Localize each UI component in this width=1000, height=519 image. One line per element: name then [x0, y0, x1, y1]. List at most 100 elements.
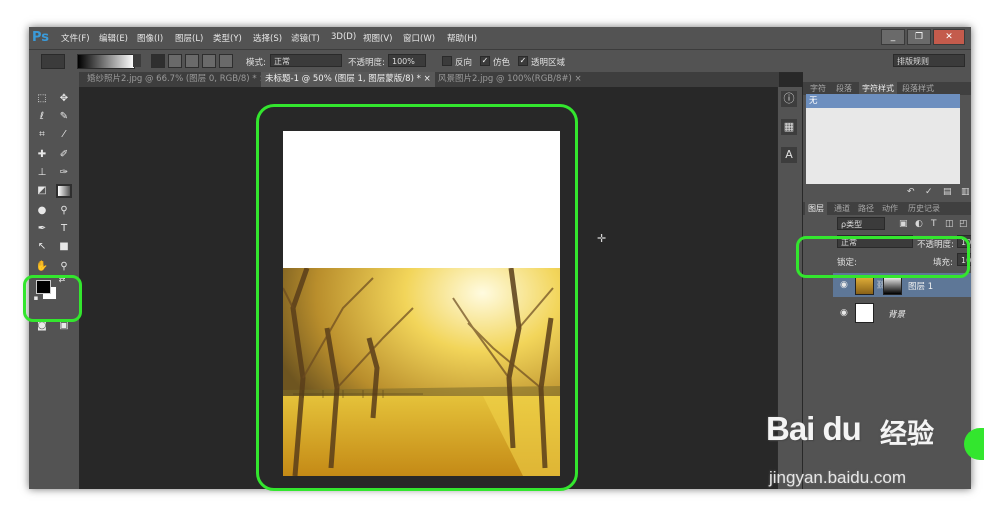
kind-label: ρ类型 — [841, 220, 863, 229]
layer-name: 背景 — [888, 310, 906, 320]
layer-kind-filter[interactable]: ρ类型 — [837, 217, 885, 230]
transparency-checkbox[interactable]: ✓ — [518, 56, 528, 66]
filter-type-icon[interactable]: T — [931, 219, 937, 229]
rectangle-tool-icon[interactable]: ■ — [56, 240, 72, 254]
menu-file[interactable]: 文件(F) — [61, 32, 90, 44]
layer-row[interactable]: ◉ 背景 🔒︎ — [833, 301, 971, 325]
menu-image[interactable]: 图像(I) — [137, 32, 163, 44]
filter-adjustment-icon[interactable]: ◐ — [915, 219, 923, 229]
dither-label: 仿色 — [493, 58, 511, 68]
blur-tool-icon[interactable]: ● — [34, 204, 50, 218]
opacity-input[interactable]: 100% — [388, 54, 426, 67]
type-tool-icon[interactable]: T — [56, 222, 72, 236]
layer-highlight — [796, 236, 970, 278]
menu-window[interactable]: 窗口(W) — [403, 32, 435, 44]
menu-help[interactable]: 帮助(H) — [447, 32, 477, 44]
diamond-gradient-button[interactable] — [219, 54, 233, 68]
path-selection-tool-icon[interactable]: ↖ — [34, 240, 50, 254]
tab-actions[interactable]: 动作 — [879, 202, 901, 215]
filter-pixel-icon[interactable]: ▣ — [899, 219, 908, 229]
menu-edit[interactable]: 编辑(E) — [99, 32, 128, 44]
tab-document[interactable]: 婚纱照片2.jpg @ 66.7% (图层 0, RGB/8) * × — [83, 72, 270, 87]
tab-paths[interactable]: 路径 — [855, 202, 877, 215]
tab-document-active[interactable]: 未标题-1 @ 50% (图层 1, 图层蒙版/8) * × — [261, 72, 435, 87]
document-tabs: 婚纱照片2.jpg @ 66.7% (图层 0, RGB/8) * × 未标题-… — [79, 72, 779, 87]
radial-gradient-button[interactable] — [168, 54, 182, 68]
menu-filter[interactable]: 滤镜(T) — [291, 32, 320, 44]
pen-tool-icon[interactable]: ✒ — [34, 222, 50, 236]
history-brush-tool-icon[interactable]: ✑ — [56, 166, 72, 180]
tab-layers[interactable]: 图层 — [805, 202, 827, 215]
visibility-eye-icon[interactable]: ◉ — [840, 280, 848, 290]
dither-checkbox[interactable]: ✓ — [480, 56, 490, 66]
mode-select[interactable]: 正常 — [270, 54, 342, 67]
filter-smart-icon[interactable]: ◰ — [959, 219, 968, 229]
tab-label: 婚纱照片2.jpg @ 66.7% (图层 0, RGB/8) * — [87, 74, 257, 84]
gradient-dropdown-icon[interactable] — [133, 54, 141, 67]
info-panel-icon[interactable]: ⓘ — [781, 91, 797, 107]
new-style-icon[interactable]: ▤ — [943, 187, 952, 197]
marquee-tool-icon[interactable]: ⬚ — [34, 92, 50, 106]
ps-logo: Ps — [32, 30, 50, 45]
eyedropper-tool-icon[interactable]: ⁄ — [56, 128, 72, 142]
lasso-tool-icon[interactable]: ℓ — [34, 110, 50, 124]
menu-3d[interactable]: 3D(D) — [331, 32, 356, 42]
visibility-eye-icon[interactable]: ◉ — [840, 308, 848, 318]
zoom-tool-icon[interactable]: ⚲ — [56, 260, 72, 274]
character-panel-icon[interactable]: A — [781, 147, 797, 163]
gradient-tool-icon[interactable] — [56, 184, 72, 198]
clear-override-icon[interactable]: ↶ — [907, 187, 915, 197]
workspace-select[interactable]: 排版规则 — [893, 54, 965, 67]
reverse-label: 反向 — [455, 58, 473, 68]
crop-tool-icon[interactable]: ⌗ — [34, 128, 50, 142]
workspace-value: 排版规则 — [897, 57, 929, 66]
angle-gradient-button[interactable] — [185, 54, 199, 68]
reflected-gradient-button[interactable] — [202, 54, 216, 68]
filter-shape-icon[interactable]: ◫ — [945, 219, 954, 229]
watermark-cn: 经验 — [880, 419, 934, 450]
tab-channels[interactable]: 通道 — [831, 202, 853, 215]
minimize-button[interactable]: _ — [881, 29, 905, 45]
redefine-style-icon[interactable]: ✓ — [925, 187, 933, 197]
watermark-brand: Bai du — [766, 410, 862, 447]
menu-type[interactable]: 类型(Y) — [213, 32, 242, 44]
style-none-item[interactable]: 无 — [806, 94, 960, 108]
close-tab-icon[interactable]: × — [575, 74, 582, 84]
layer-thumbnail — [855, 275, 874, 295]
dodge-tool-icon[interactable]: ⚲ — [56, 204, 72, 218]
hand-tool-icon[interactable]: ✋ — [34, 260, 50, 274]
menu-select[interactable]: 选择(S) — [253, 32, 282, 44]
menu-view[interactable]: 视图(V) — [363, 32, 392, 44]
close-tab-icon[interactable]: × — [424, 74, 431, 84]
delete-style-icon[interactable]: ▥ — [961, 187, 970, 197]
brush-tool-icon[interactable]: ✐ — [56, 148, 72, 162]
layers-panel-tabs: 图层 通道 路径 动作 历史记录 — [803, 202, 971, 215]
clone-stamp-tool-icon[interactable]: ⊥ — [34, 166, 50, 180]
healing-brush-tool-icon[interactable]: ✚ — [34, 148, 50, 162]
tab-history[interactable]: 历史记录 — [905, 202, 943, 215]
histogram-panel-icon[interactable]: ▦ — [781, 119, 797, 135]
canvas-highlight — [256, 104, 578, 491]
close-button[interactable]: ✕ — [933, 29, 965, 45]
linear-gradient-button[interactable] — [151, 54, 165, 68]
window-controls: _ ❐ ✕ — [881, 29, 965, 45]
tool-preset-picker[interactable] — [41, 54, 65, 69]
watermark-url: jingyan.baidu.com — [769, 468, 907, 487]
move-tool-icon[interactable]: ✥ — [56, 92, 72, 106]
tab-label: 未标题-1 @ 50% (图层 1, 图层蒙版/8) * — [265, 74, 421, 84]
quick-select-tool-icon[interactable]: ✎ — [56, 110, 72, 124]
restore-button[interactable]: ❐ — [907, 29, 931, 45]
style-list: 无 — [806, 94, 960, 184]
menu-layer[interactable]: 图层(L) — [175, 32, 203, 44]
opacity-value: 100% — [392, 57, 415, 66]
mode-value: 正常 — [274, 57, 290, 66]
reverse-checkbox[interactable] — [442, 56, 452, 66]
transparency-label: 透明区域 — [531, 58, 566, 68]
eraser-tool-icon[interactable]: ◩ — [34, 184, 50, 198]
menu-bar: Ps 文件(F) 编辑(E) 图像(I) 图层(L) 类型(Y) 选择(S) 滤… — [29, 27, 971, 49]
gradient-preview[interactable] — [77, 54, 135, 69]
layer-mask-thumbnail[interactable] — [883, 275, 902, 295]
tab-document[interactable]: 风景图片2.jpg @ 100%(RGB/8#) × — [434, 72, 586, 87]
options-bar: 模式: 正常 不透明度: 100% 反向 ✓ 仿色 ✓ 透明区域 排版规则 — [29, 49, 971, 73]
crosshair-cursor-icon: ✛ — [597, 232, 607, 245]
